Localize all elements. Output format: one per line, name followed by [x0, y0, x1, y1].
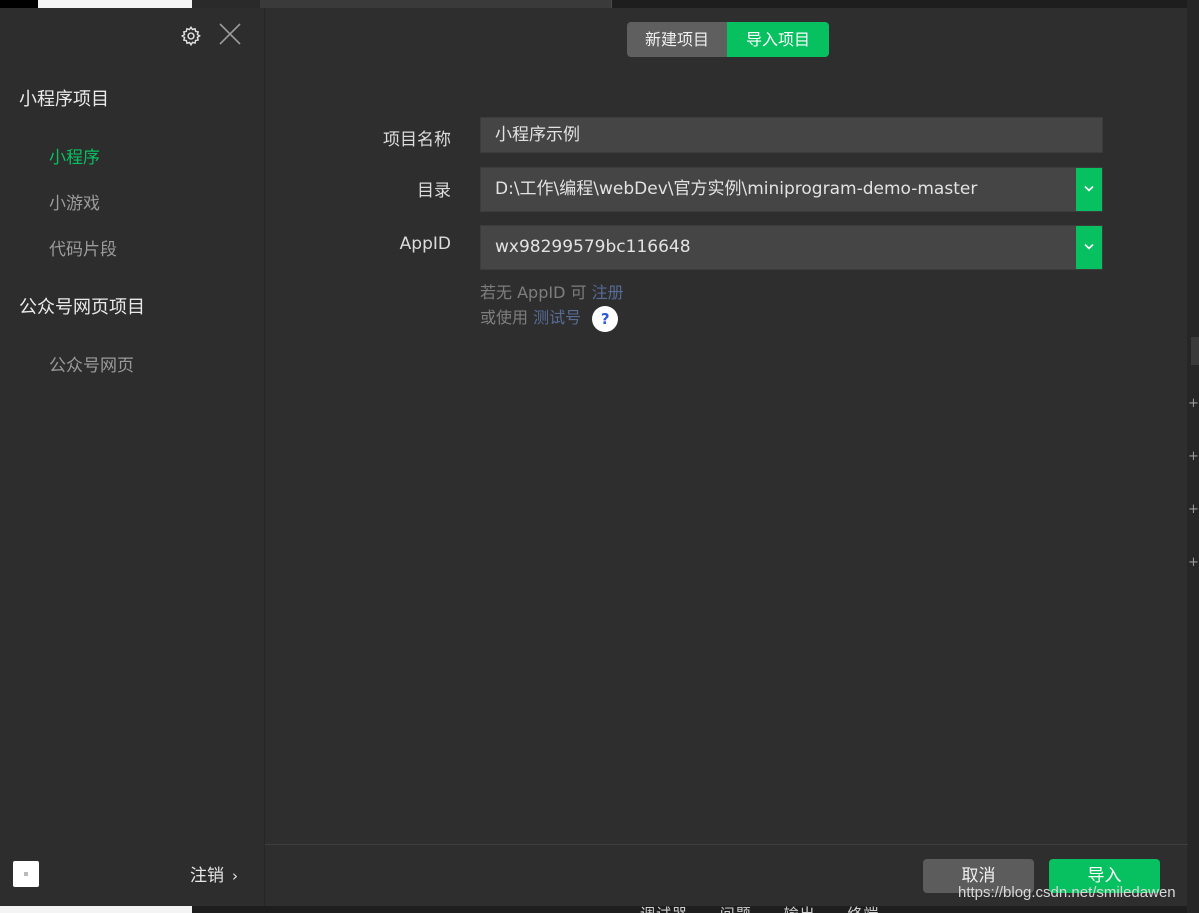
test-account-link[interactable]: 测试号: [533, 308, 581, 327]
tab-import-project[interactable]: 导入项目: [727, 22, 829, 57]
plus-icon: +: [1188, 555, 1199, 570]
background-strip: [0, 0, 38, 8]
chevron-down-icon: [1084, 243, 1094, 250]
background-tab: 终端: [847, 905, 879, 913]
register-hint-text: 若无 AppID 可: [480, 283, 587, 302]
gear-icon[interactable]: [180, 25, 202, 47]
sidebar: 小程序项目 小程序 小游戏 代码片段 公众号网页项目 公众号网页 注销 ›: [0, 8, 264, 906]
directory-dropdown-button[interactable]: [1076, 168, 1102, 211]
background-toolbar: [260, 0, 612, 8]
test-account-hint: 或使用 测试号 ?: [480, 304, 619, 332]
main-panel: 新建项目 导入项目 项目名称 小程序示例 目录 D:\工作\编程\webDev\…: [264, 8, 1188, 906]
directory-field[interactable]: D:\工作\编程\webDev\官方实例\miniprogram-demo-ma…: [480, 167, 1103, 212]
sidebar-item-code-snippet[interactable]: 代码片段: [49, 235, 117, 260]
background-strip: [0, 906, 192, 913]
plus-icon: +: [1188, 396, 1199, 411]
project-name-input[interactable]: 小程序示例: [480, 117, 1103, 153]
appid-dropdown-button[interactable]: [1076, 226, 1102, 269]
watermark: https://blog.csdn.net/smiledawen: [958, 884, 1176, 901]
project-type-tabs: 新建项目 导入项目: [627, 22, 829, 57]
appid-field[interactable]: wx98299579bc116648: [480, 225, 1103, 270]
background-strip: [38, 0, 192, 8]
help-icon[interactable]: ?: [592, 305, 619, 332]
background-tab: 问题: [720, 905, 752, 913]
section-title-official-account: 公众号网页项目: [19, 297, 145, 318]
section-title-miniprogram: 小程序项目: [19, 89, 109, 110]
test-account-hint-text: 或使用: [480, 308, 529, 327]
background-strip: [192, 0, 260, 8]
sidebar-item-official-webpage[interactable]: 公众号网页: [49, 351, 134, 376]
appid-label: AppID: [399, 234, 451, 254]
background-tab: 输出: [784, 905, 816, 913]
background-tab: 调试器: [640, 905, 688, 913]
register-hint: 若无 AppID 可 注册: [480, 279, 624, 303]
project-dialog: 小程序项目 小程序 小游戏 代码片段 公众号网页项目 公众号网页 注销 › 新建项…: [0, 8, 1188, 906]
directory-label: 目录: [417, 181, 451, 201]
appid-value: wx98299579bc116648: [495, 237, 691, 257]
tab-new-project[interactable]: 新建项目: [627, 22, 727, 57]
plus-icon: +: [1188, 502, 1199, 517]
avatar[interactable]: [13, 861, 39, 887]
chevron-down-icon: [1084, 185, 1094, 192]
chevron-right-icon: ›: [232, 867, 238, 885]
sidebar-item-minigame[interactable]: 小游戏: [49, 189, 100, 214]
plus-icon: +: [1188, 449, 1199, 464]
directory-value: D:\工作\编程\webDev\官方实例\miniprogram-demo-ma…: [495, 179, 978, 199]
register-link[interactable]: 注册: [592, 283, 624, 302]
close-icon[interactable]: [218, 22, 242, 46]
logout-label: 注销: [190, 866, 224, 886]
project-name-label: 项目名称: [383, 130, 451, 150]
footer-divider: [265, 844, 1188, 845]
sidebar-item-miniprogram[interactable]: 小程序: [49, 143, 100, 168]
background-scrollbar: [1191, 337, 1199, 365]
logout-button[interactable]: 注销 ›: [190, 861, 238, 886]
